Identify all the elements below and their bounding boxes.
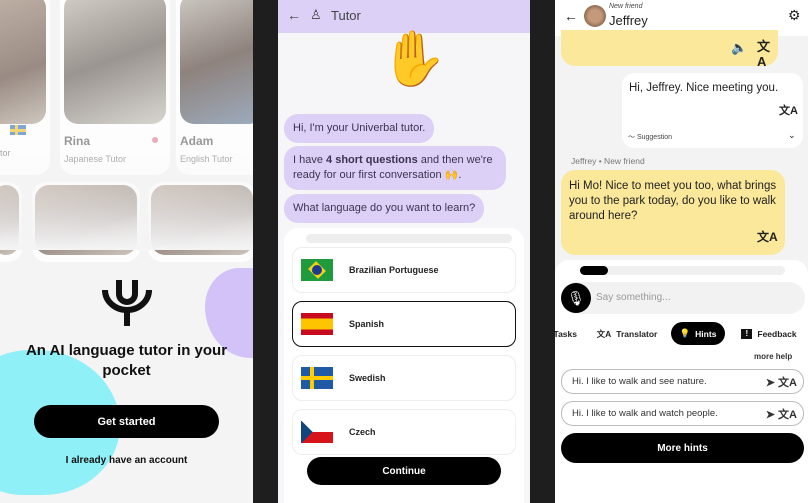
login-link[interactable]: I already have an account [0,455,253,466]
translate-icon: 文A [778,408,797,421]
tasks-chip[interactable]: Tasks [555,322,583,345]
more-hints-button[interactable]: More hints [561,433,804,463]
chat-screen: ← New friend Jeffrey ⚙ 🔈 文A Hi, Jeffrey.… [555,0,808,503]
language-option-spanish[interactable]: Spanish [292,301,516,347]
more-help-link[interactable]: more help [754,352,792,361]
gear-icon[interactable]: ⚙ [788,7,801,24]
feedback-icon: ! [741,328,753,339]
language-option-swedish[interactable]: Swedish [292,355,516,401]
suggestion-toggle[interactable]: 〜 Suggestion [628,132,672,142]
translate-icon: 文A [596,328,612,339]
czech-flag-icon [301,421,333,443]
speaker-icon[interactable]: 🔈 [731,40,747,55]
avatar [584,5,606,27]
language-option-czech[interactable]: Czech [292,409,516,455]
continue-button[interactable]: Continue [307,457,501,485]
welcome-screen: tor Rina Japanese Tutor Adam English Tut… [0,0,253,503]
tutor-card-rina[interactable]: Rina Japanese Tutor [60,0,170,175]
univerbal-logo [102,280,152,326]
translate-icon[interactable]: 文A [779,102,798,118]
hint-option[interactable]: Hi. I like to walk and see nature. ➤ 文A [561,369,804,394]
microphone-icon[interactable]: 🎙 [561,283,591,313]
message-input[interactable]: 🎙 Say something... [561,282,805,314]
hints-chip[interactable]: 💡 Hints [671,322,725,345]
robot-icon: ♙ [310,7,322,22]
friend-message: Hi Mo! Nice to meet you too, what brings… [561,170,785,255]
lightbulb-icon: 💡 [679,328,691,338]
user-message: Hi, Jeffrey. Nice meeting you. 文A 〜 Sugg… [622,73,803,148]
tagline: An AI language tutor in your pocket [25,342,228,379]
tutor-message: I have 4 short questions and then we're … [284,146,506,190]
translate-icon[interactable]: 文A [757,230,778,245]
progress-bar [580,266,785,275]
arrow-left-icon[interactable]: ← [564,8,578,24]
send-icon: ➤ [765,376,775,389]
brazil-flag-icon [301,259,333,281]
tutor-message: What language do you want to learn? [284,194,485,223]
sweden-flag-icon [301,367,333,389]
arrow-left-icon[interactable]: ← [287,7,301,23]
feedback-chip[interactable]: ! Feedback [731,322,807,345]
language-option-brazilian-portuguese[interactable]: Brazilian Portuguese [292,247,516,293]
tutor-card[interactable]: tor [0,0,50,175]
send-icon: ➤ [765,408,775,421]
translate-icon[interactable]: 文A [757,39,778,69]
tutor-card-adam[interactable]: Adam English Tutor [176,0,253,175]
japan-flag-icon [152,137,158,143]
translator-chip[interactable]: 文A Translator [590,322,664,345]
onboarding-screen: ← ♙ Tutor ✋ Hi, I'm your Univerbal tutor… [278,0,530,503]
hint-option[interactable]: Hi. I like to walk and watch people. ➤ 文A [561,401,804,426]
get-started-button[interactable]: Get started [34,405,219,438]
spain-flag-icon [301,313,333,335]
chevron-down-icon[interactable]: ⌄ [788,130,796,141]
raised-hand-emoji: ✋ [380,29,448,89]
previous-message: 🔈 文A [561,30,778,69]
tutor-message: Hi, I'm your Univerbal tutor. [284,114,435,143]
translate-icon: 文A [778,376,797,389]
sweden-flag-icon [10,125,26,135]
